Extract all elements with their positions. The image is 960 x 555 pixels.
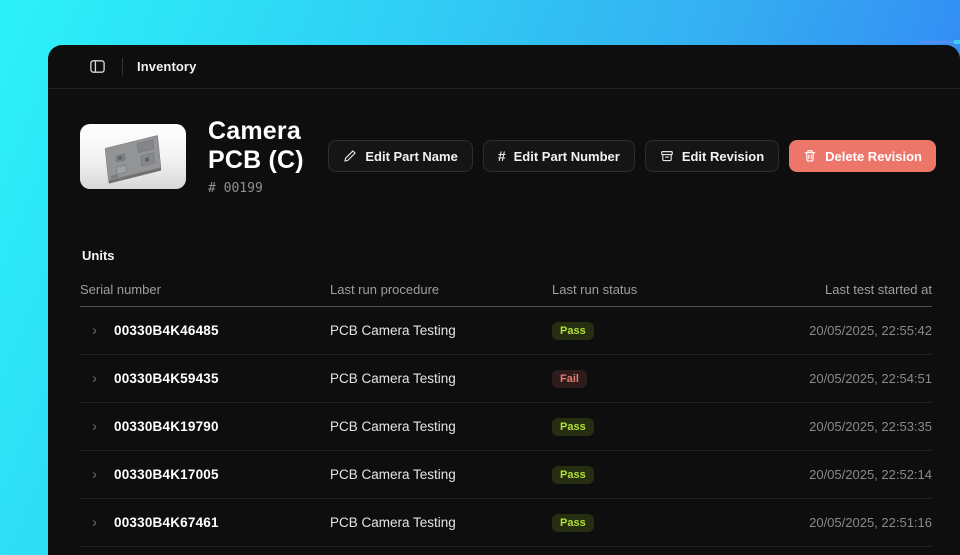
table-header-row: Serial number Last run procedure Last ru… <box>80 273 932 307</box>
units-table: Serial number Last run procedure Last ru… <box>80 273 932 547</box>
table-row[interactable]: › 00330B4K59435 PCB Camera Testing Fail … <box>80 355 932 403</box>
part-number: # 00199 <box>208 181 328 196</box>
chevron-right-icon[interactable]: › <box>80 515 114 530</box>
last-run-procedure: PCB Camera Testing <box>330 419 552 434</box>
serial-number: 00330B4K17005 <box>114 467 330 482</box>
trash-icon <box>803 149 817 163</box>
last-test-started-at: 20/05/2025, 22:51:16 <box>742 515 932 530</box>
serial-number: 00330B4K46485 <box>114 323 330 338</box>
serial-number: 00330B4K67461 <box>114 515 330 530</box>
edit-part-number-label: Edit Part Number <box>514 149 620 164</box>
column-header-status: Last run status <box>552 282 742 297</box>
part-thumbnail <box>80 124 186 189</box>
pcb-image <box>80 124 186 189</box>
serial-number: 00330B4K19790 <box>114 419 330 434</box>
part-titles: Camera PCB (C) # 00199 <box>208 117 328 196</box>
edit-revision-button[interactable]: Edit Revision <box>645 140 779 172</box>
status-badge: Pass <box>552 466 594 484</box>
sidebar-toggle-button[interactable] <box>84 54 110 80</box>
hash-icon: # <box>498 149 506 163</box>
last-test-started-at: 20/05/2025, 22:52:14 <box>742 467 932 482</box>
delete-revision-button[interactable]: Delete Revision <box>789 140 936 172</box>
part-header: Camera PCB (C) # 00199 Edit Part Name # … <box>48 89 960 196</box>
column-header-serial: Serial number <box>80 282 330 297</box>
edit-revision-label: Edit Revision <box>682 149 764 164</box>
table-row[interactable]: › 00330B4K67461 PCB Camera Testing Pass … <box>80 499 932 547</box>
app-window: Inventory <box>48 45 960 555</box>
column-header-started-at: Last test started at <box>742 282 932 297</box>
part-actions: Edit Part Name # Edit Part Number Edit R… <box>328 140 936 172</box>
last-test-started-at: 20/05/2025, 22:54:51 <box>742 371 932 386</box>
table-row[interactable]: › 00330B4K46485 PCB Camera Testing Pass … <box>80 307 932 355</box>
last-run-procedure: PCB Camera Testing <box>330 515 552 530</box>
pencil-icon <box>343 149 357 163</box>
serial-number: 00330B4K59435 <box>114 371 330 386</box>
last-run-procedure: PCB Camera Testing <box>330 323 552 338</box>
edit-part-name-label: Edit Part Name <box>365 149 457 164</box>
column-header-procedure: Last run procedure <box>330 282 552 297</box>
units-section: Units Serial number Last run procedure L… <box>48 248 960 547</box>
chevron-right-icon[interactable]: › <box>80 419 114 434</box>
table-row[interactable]: › 00330B4K19790 PCB Camera Testing Pass … <box>80 403 932 451</box>
units-section-label: Units <box>82 248 932 263</box>
status-badge: Pass <box>552 514 594 532</box>
last-run-procedure: PCB Camera Testing <box>330 467 552 482</box>
last-test-started-at: 20/05/2025, 22:53:35 <box>742 419 932 434</box>
chevron-right-icon[interactable]: › <box>80 371 114 386</box>
delete-revision-label: Delete Revision <box>825 149 922 164</box>
chevron-right-icon[interactable]: › <box>80 467 114 482</box>
part-name: Camera PCB (C) <box>208 117 328 175</box>
status-badge: Pass <box>552 322 594 340</box>
edit-part-number-button[interactable]: # Edit Part Number <box>483 140 635 172</box>
last-run-procedure: PCB Camera Testing <box>330 371 552 386</box>
topbar-divider <box>122 58 123 76</box>
table-row[interactable]: › 00330B4K17005 PCB Camera Testing Pass … <box>80 451 932 499</box>
edit-part-name-button[interactable]: Edit Part Name <box>328 140 472 172</box>
status-badge: Fail <box>552 370 587 388</box>
topbar: Inventory <box>48 45 960 89</box>
status-badge: Pass <box>552 418 594 436</box>
chevron-right-icon[interactable]: › <box>80 323 114 338</box>
panel-left-icon <box>89 58 106 75</box>
last-test-started-at: 20/05/2025, 22:55:42 <box>742 323 932 338</box>
page-title: Inventory <box>137 59 196 74</box>
archive-icon <box>660 149 674 163</box>
background-window-edge <box>919 41 957 43</box>
